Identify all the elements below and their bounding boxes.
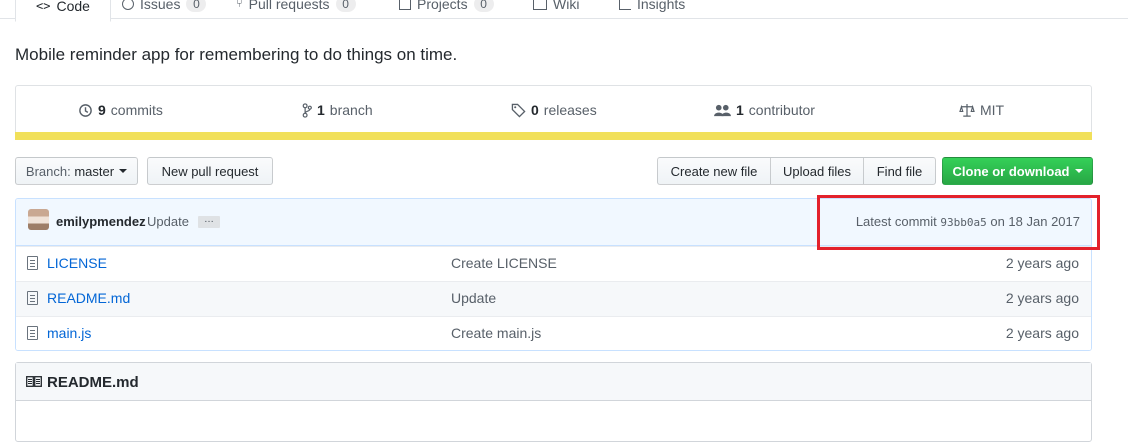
branch-select-button[interactable]: Branch: master xyxy=(15,157,138,185)
repo-description: Mobile reminder app for remembering to d… xyxy=(15,45,458,64)
wiki-icon xyxy=(533,0,547,10)
upload-files-button[interactable]: Upload files xyxy=(770,157,864,185)
commits-link[interactable]: 9 commits xyxy=(78,102,163,118)
file-age: 2 years ago xyxy=(1005,325,1079,341)
repo-summary: 9 commits 1 branch 0 releases 1 contribu… xyxy=(15,85,1092,140)
readme-title: README.md xyxy=(47,374,139,391)
file-icon xyxy=(27,291,38,305)
file-row: main.js Create main.js 2 years ago xyxy=(16,316,1091,350)
expand-commit-button[interactable]: … xyxy=(198,215,220,228)
find-file-button[interactable]: Find file xyxy=(863,157,936,185)
file-name-link[interactable]: LICENSE xyxy=(47,255,107,271)
issue-icon xyxy=(122,0,134,10)
clone-or-download-button[interactable]: Clone or download xyxy=(942,157,1093,185)
graph-icon xyxy=(619,0,631,10)
file-age: 2 years ago xyxy=(1005,290,1079,306)
avatar[interactable] xyxy=(28,209,49,230)
contributors-link[interactable]: 1 contributor xyxy=(714,102,815,118)
file-commit-message-link[interactable]: Create main.js xyxy=(451,325,541,341)
file-name-link[interactable]: main.js xyxy=(47,325,91,341)
commit-author-link[interactable]: emilypmendez xyxy=(56,214,146,229)
branches-link[interactable]: 1 branch xyxy=(302,102,373,118)
tab-wiki[interactable]: Wiki xyxy=(533,0,579,18)
code-icon: <> xyxy=(36,0,51,13)
file-icon xyxy=(27,326,38,340)
annotation-highlight-box xyxy=(817,195,1100,250)
tab-code[interactable]: <> Code xyxy=(15,0,111,22)
license-link[interactable]: MIT xyxy=(959,102,1004,118)
language-bar xyxy=(15,132,1092,140)
file-icon xyxy=(27,256,38,270)
file-row: LICENSE Create LICENSE 2 years ago xyxy=(16,246,1091,281)
tag-icon xyxy=(511,103,526,118)
file-commit-message-link[interactable]: Create LICENSE xyxy=(451,255,557,271)
law-icon xyxy=(959,103,975,117)
repo-nav-tabs: <> Code Issues 0 ⑂ Pull requests 0 Proje… xyxy=(0,0,1128,22)
releases-link[interactable]: 0 releases xyxy=(511,102,597,118)
readme-panel: README.md xyxy=(15,362,1092,442)
caret-down-icon xyxy=(119,169,128,173)
people-icon xyxy=(714,104,731,116)
tab-issues[interactable]: Issues 0 xyxy=(122,0,207,18)
create-new-file-button[interactable]: Create new file xyxy=(657,157,771,185)
pull-request-icon: ⑂ xyxy=(236,0,243,10)
book-icon xyxy=(26,376,42,387)
commit-message-link[interactable]: Update xyxy=(147,214,189,229)
new-pull-request-button[interactable]: New pull request xyxy=(147,157,273,185)
file-name-link[interactable]: README.md xyxy=(47,290,130,306)
project-icon xyxy=(399,0,411,10)
tab-pull-requests[interactable]: ⑂ Pull requests 0 xyxy=(236,0,356,18)
history-icon xyxy=(79,103,92,117)
tab-insights[interactable]: Insights xyxy=(619,0,685,18)
readme-header: README.md xyxy=(16,363,1091,401)
file-row: README.md Update 2 years ago xyxy=(16,281,1091,316)
caret-down-icon xyxy=(1074,169,1083,173)
tab-projects[interactable]: Projects 0 xyxy=(399,0,494,18)
file-commit-message-link[interactable]: Update xyxy=(451,290,496,306)
branch-icon xyxy=(302,102,312,118)
file-age: 2 years ago xyxy=(1005,255,1079,271)
